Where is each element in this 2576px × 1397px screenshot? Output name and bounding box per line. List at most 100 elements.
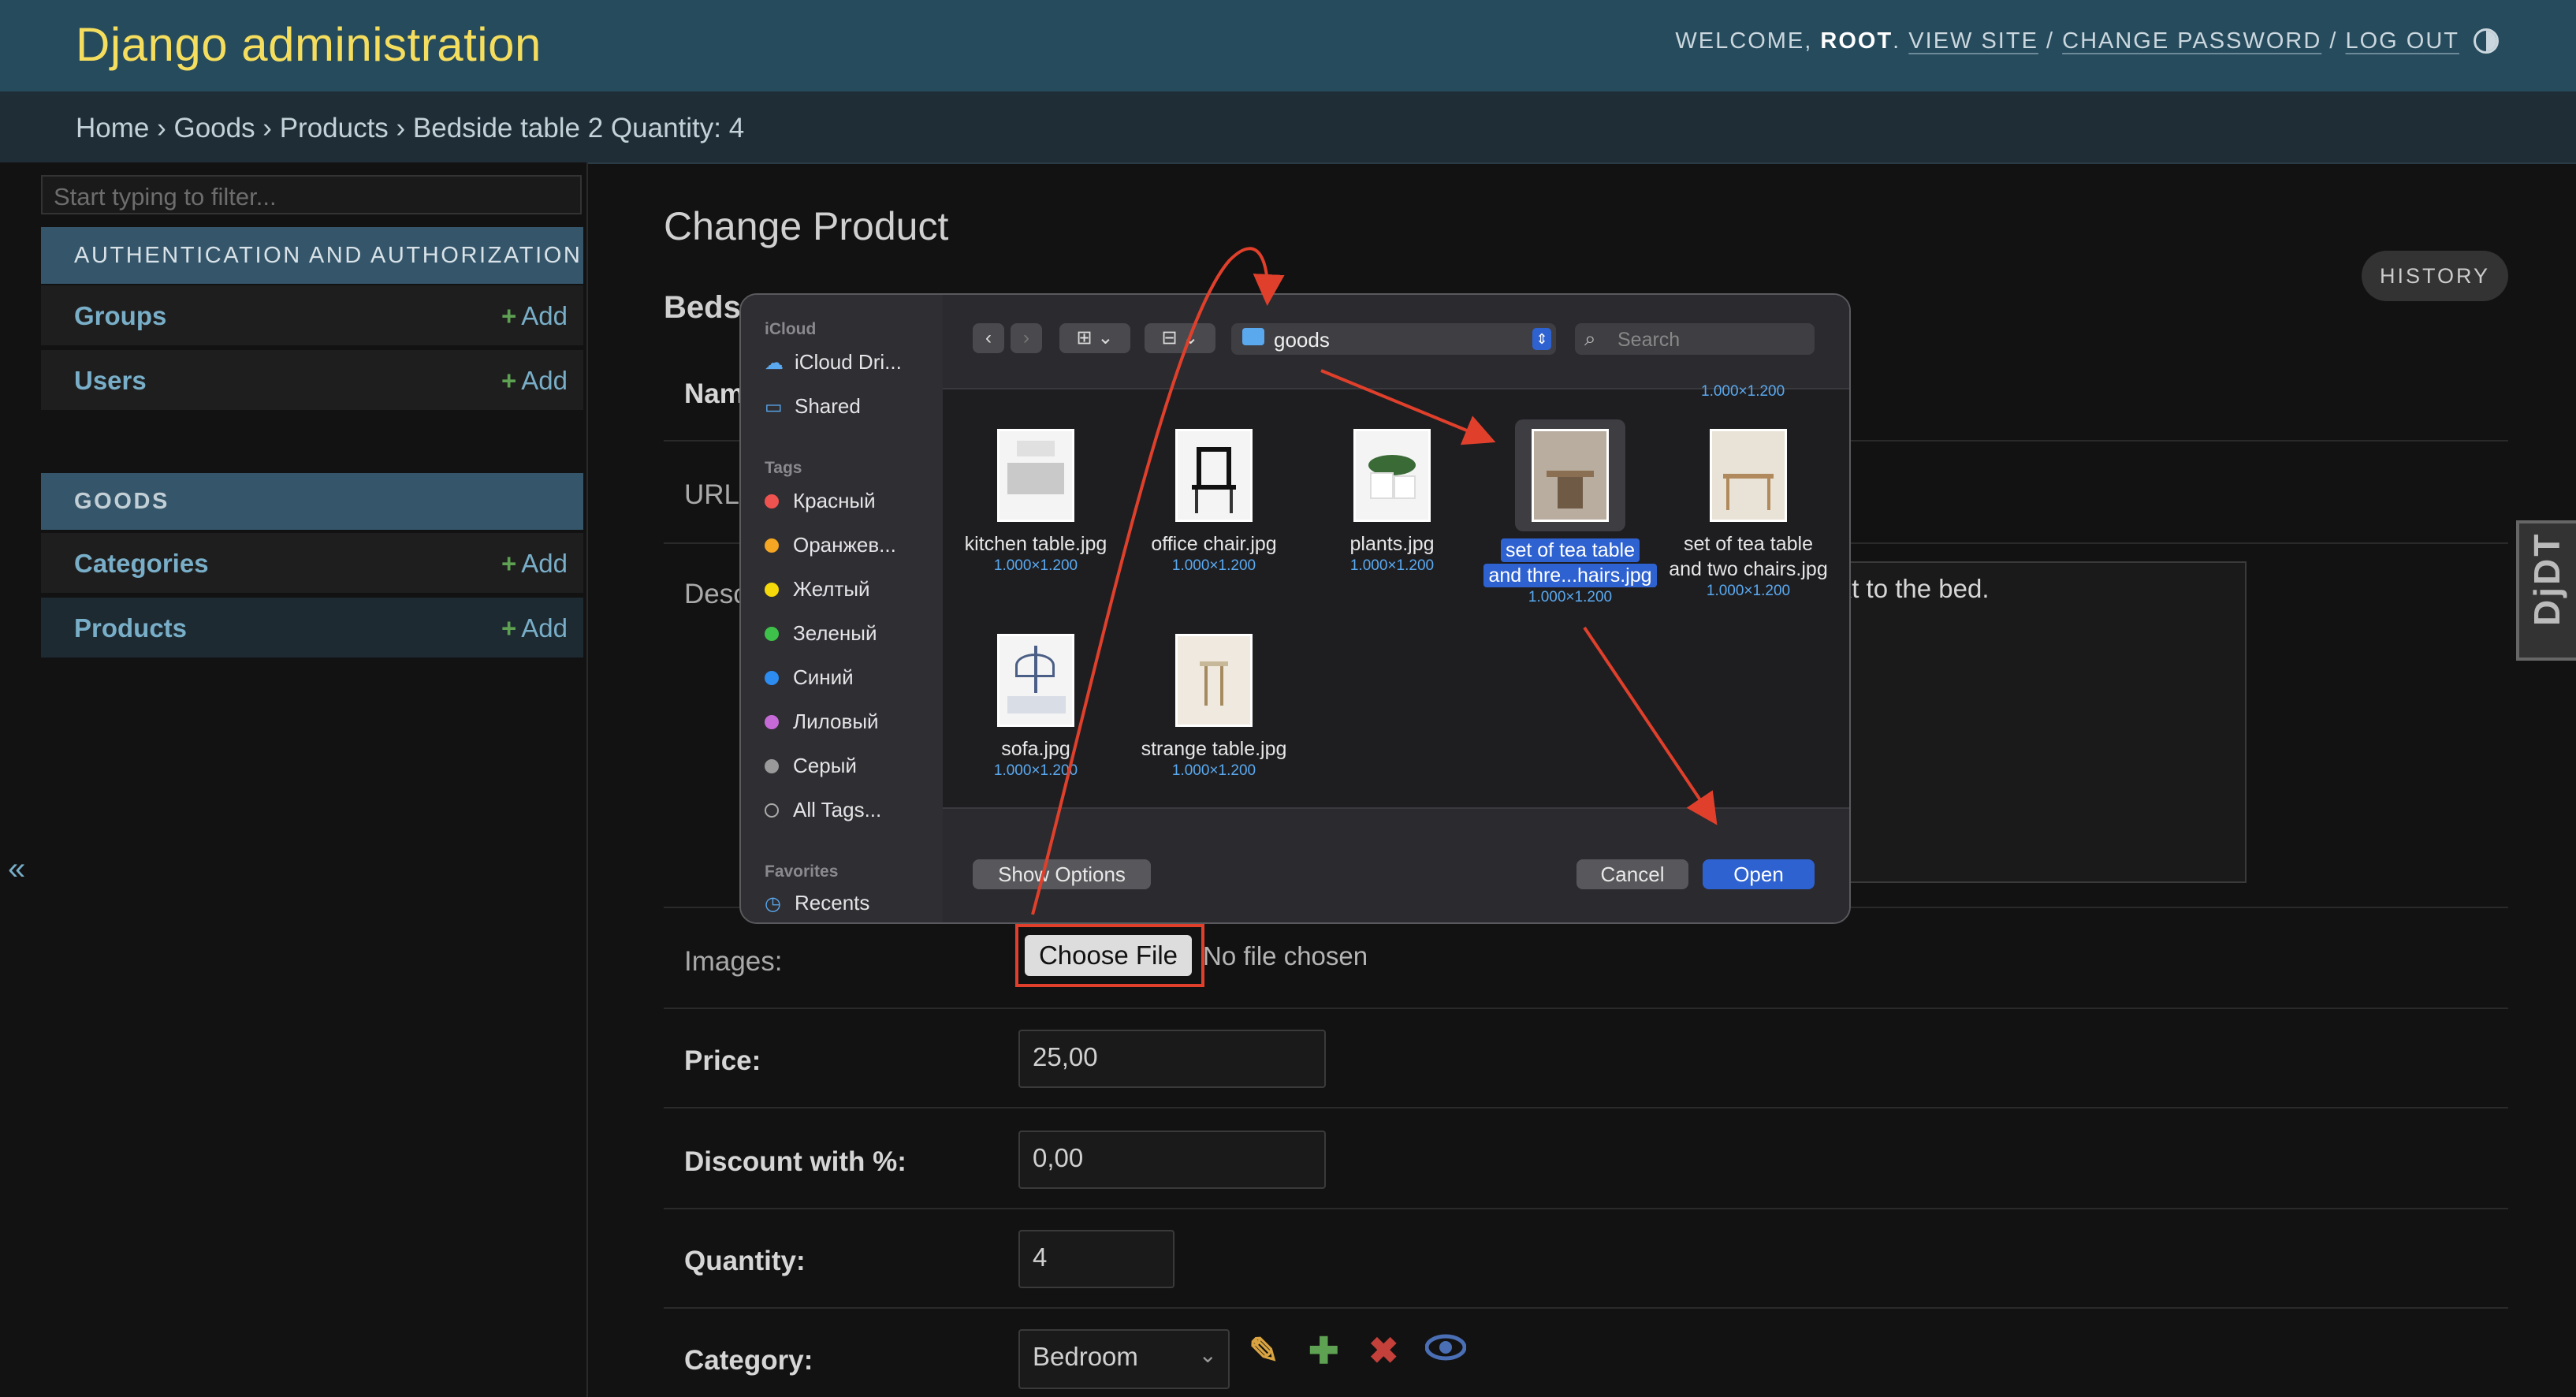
group-grid-icon: ⊟: [1161, 327, 1178, 348]
tag-yellow[interactable]: Желтый: [765, 577, 870, 602]
dialog-sidebar: iCloud ☁ iCloud Dri... ▭ Shared Tags Красн…: [741, 295, 943, 922]
log-out-link[interactable]: LOG OUT: [2345, 28, 2459, 54]
plus-icon: +: [501, 549, 517, 578]
file-name-line-1: set of tea table: [1500, 538, 1640, 562]
dialog-search-input[interactable]: ⌕ Search: [1575, 323, 1815, 355]
add-users-link[interactable]: + Add: [501, 366, 568, 396]
tag-orange[interactable]: Оранжев...: [765, 533, 896, 557]
file-size-label: 1.000×1.200: [993, 762, 1078, 779]
show-options-button[interactable]: Show Options: [973, 859, 1151, 889]
sidebar-item-icloud-drive[interactable]: ☁ iCloud Dri...: [765, 350, 902, 374]
tag-purple[interactable]: Лиловый: [765, 710, 879, 734]
discount-label: Discount with %:: [684, 1146, 906, 1177]
view-eye-icon[interactable]: [1424, 1334, 1467, 1361]
history-button[interactable]: HISTORY: [2362, 251, 2508, 301]
tag-label: All Tags...: [793, 798, 882, 821]
file-item-plants[interactable]: plants.jpg 1.000×1.200: [1301, 429, 1483, 576]
file-name: plants.jpg: [1349, 533, 1435, 555]
file-size-label: 1.000×1.200: [1706, 583, 1791, 599]
folder-name: goods: [1274, 328, 1330, 352]
sidebar-item-shared[interactable]: ▭ Shared: [765, 394, 861, 419]
description-textarea[interactable]: next to the bed.: [1797, 561, 2247, 883]
sidebar-item-groups[interactable]: Groups + Add: [41, 285, 583, 347]
folder-path-select[interactable]: goods ⇕: [1231, 323, 1556, 355]
add-products-link[interactable]: + Add: [501, 613, 568, 643]
row-divider: [664, 1107, 2508, 1108]
price-input[interactable]: 25,00: [1018, 1030, 1326, 1088]
file-name: sofa.jpg: [1001, 738, 1070, 760]
tag-label: Синий: [793, 665, 854, 689]
icloud-caption: iCloud: [765, 320, 817, 338]
tag-dot-icon: [765, 538, 779, 553]
sidebar-item-label: Recents: [795, 891, 870, 915]
file-item-kitchen-table[interactable]: kitchen table.jpg 1.000×1.200: [944, 429, 1127, 576]
add-label: Add: [521, 613, 568, 643]
add-groups-link[interactable]: + Add: [501, 301, 568, 331]
delete-x-icon[interactable]: ✖: [1368, 1329, 1399, 1372]
image-thumbnail: [997, 634, 1074, 727]
back-arrow-icon[interactable]: ‹: [973, 323, 1004, 353]
collapse-sidebar-icon[interactable]: «: [8, 851, 25, 887]
tag-dot-icon: [765, 627, 779, 641]
sidebar-item-users[interactable]: Users + Add: [41, 350, 583, 412]
site-branding[interactable]: Django administration: [76, 17, 542, 72]
file-item-set-of-tea-table-two-chairs[interactable]: set of tea table and two chairs.jpg 1.000…: [1657, 429, 1840, 601]
theme-toggle-icon[interactable]: [2474, 28, 2499, 54]
sidebar-item-label: iCloud Dri...: [795, 350, 902, 374]
tag-blue[interactable]: Синий: [765, 665, 854, 690]
file-size-label: 1.000×1.200: [1171, 557, 1256, 574]
view-site-link[interactable]: VIEW SITE: [1908, 28, 2038, 54]
shared-folder-icon: ▭: [765, 397, 783, 418]
icon-view-toggle[interactable]: ⊞ ⌄: [1059, 323, 1130, 353]
cancel-button[interactable]: Cancel: [1576, 859, 1688, 889]
page-title: Change Product: [664, 204, 949, 248]
module-caption-goods[interactable]: GOODS: [41, 473, 583, 530]
djdt-toolbar-handle[interactable]: DjDT: [2516, 520, 2576, 661]
plus-icon: +: [501, 301, 517, 330]
sidebar-item-label[interactable]: Users: [74, 366, 147, 396]
file-size-label: 1.000×1.200: [1349, 557, 1435, 574]
tag-green[interactable]: Зеленый: [765, 621, 877, 646]
breadcrumb[interactable]: Home › Goods › Products › Bedside table …: [76, 113, 744, 144]
tag-dot-icon: [765, 671, 779, 685]
discount-input[interactable]: 0,00: [1018, 1131, 1326, 1189]
sidebar-item-products[interactable]: Products + Add: [41, 598, 583, 659]
file-item-sofa[interactable]: sofa.jpg 1.000×1.200: [944, 634, 1127, 780]
file-item-set-of-tea-table-three-chairs[interactable]: set of tea table and thre...hairs.jpg 1.0…: [1479, 419, 1662, 607]
module-caption-auth[interactable]: AUTHENTICATION AND AUTHORIZATION: [41, 227, 583, 284]
tag-red[interactable]: Красный: [765, 489, 876, 513]
tag-label: Красный: [793, 489, 876, 512]
highlight-annotation: [1015, 924, 1204, 987]
row-divider: [664, 1208, 2508, 1209]
add-categories-link[interactable]: + Add: [501, 549, 568, 579]
folder-icon: [1242, 328, 1264, 345]
tag-gray[interactable]: Серый: [765, 754, 857, 778]
file-size-label: 1.000×1.200: [1528, 589, 1613, 605]
file-name: set of tea table and thre...hairs.jpg: [1479, 538, 1662, 588]
cloud-icon: ☁: [765, 352, 784, 374]
nav-filter-input[interactable]: Start typing to filter...: [41, 175, 582, 214]
quantity-input[interactable]: 4: [1018, 1230, 1174, 1288]
all-tags-item[interactable]: All Tags...: [765, 798, 881, 822]
username: ROOT: [1820, 28, 1893, 54]
open-button[interactable]: Open: [1703, 859, 1815, 889]
url-label: URL: [684, 479, 740, 510]
category-select[interactable]: Bedroom ⌄: [1018, 1329, 1230, 1389]
sidebar-item-categories[interactable]: Categories + Add: [41, 533, 583, 594]
change-password-link[interactable]: CHANGE PASSWORD: [2062, 28, 2321, 54]
sidebar-item-label[interactable]: Categories: [74, 549, 209, 579]
welcome-text: WELCOME,: [1675, 28, 1813, 54]
tag-dot-icon: [765, 715, 779, 729]
sidebar-item-recents[interactable]: ◷ Recents: [765, 891, 869, 915]
group-view-toggle[interactable]: ⊟ ⌄: [1145, 323, 1215, 353]
file-item-strange-table[interactable]: strange table.jpg 1.000×1.200: [1122, 634, 1305, 780]
forward-arrow-icon[interactable]: ›: [1011, 323, 1042, 353]
tag-label: Оранжев...: [793, 533, 896, 557]
file-size-label: 1.000×1.200: [1171, 762, 1256, 779]
edit-pencil-icon[interactable]: ✎: [1249, 1329, 1279, 1372]
sidebar-item-label[interactable]: Products: [74, 613, 187, 643]
djdt-label: DjDT: [2526, 531, 2567, 626]
add-plus-icon[interactable]: ✚: [1308, 1329, 1339, 1372]
file-item-office-chair[interactable]: office chair.jpg 1.000×1.200: [1122, 429, 1305, 576]
sidebar-item-label[interactable]: Groups: [74, 301, 166, 331]
